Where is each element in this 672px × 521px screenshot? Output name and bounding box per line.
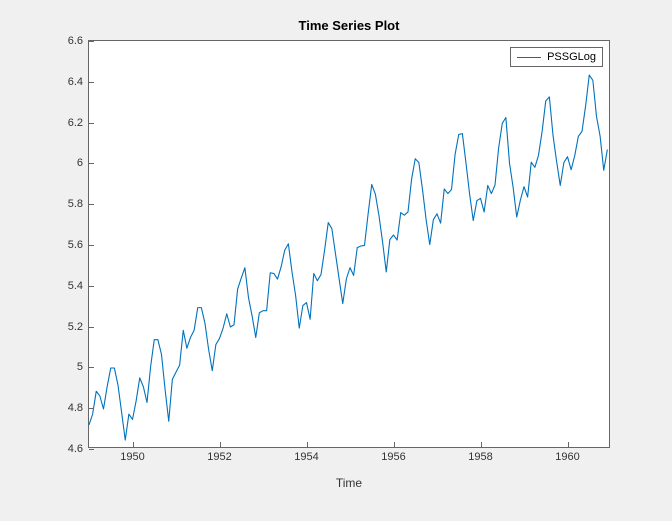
plot-axes[interactable]: PSSGLog 4.64.855.25.45.65.866.26.46.6195… bbox=[88, 40, 610, 448]
y-tick-label: 5.2 bbox=[68, 321, 83, 333]
x-tick-label: 1958 bbox=[468, 451, 492, 463]
legend-label: PSSGLog bbox=[547, 51, 596, 63]
y-tick-label: 6 bbox=[77, 157, 83, 169]
figure-window: PSSGLog 4.6 4.8 5 5.2 5.4 5.6 5.8 6 6.2 6.4 6.6 195… bbox=[0, 0, 672, 521]
x-tick-label: 1954 bbox=[294, 451, 318, 463]
legend[interactable]: PSSGLog bbox=[510, 47, 603, 67]
chart-title: Time Series Plot bbox=[88, 18, 610, 33]
y-tick-label: 5.8 bbox=[68, 198, 83, 210]
x-tick-label: 1950 bbox=[120, 451, 144, 463]
plot-canvas bbox=[89, 41, 611, 449]
y-tick-label: 5.4 bbox=[68, 280, 83, 292]
y-tick-label: 5.6 bbox=[68, 239, 83, 251]
x-tick-label: 1960 bbox=[555, 451, 579, 463]
legend-swatch bbox=[517, 57, 541, 58]
y-tick-label: 6.6 bbox=[68, 35, 83, 47]
y-tick-label: 6.4 bbox=[68, 76, 83, 88]
y-tick-label: 6.2 bbox=[68, 117, 83, 129]
x-axis-label: Time bbox=[88, 476, 610, 490]
x-tick-label: 1952 bbox=[207, 451, 231, 463]
series-line bbox=[89, 75, 607, 440]
legend-entry[interactable]: PSSGLog bbox=[517, 51, 596, 63]
y-tick-label: 5 bbox=[77, 361, 83, 373]
x-tick-label: 1956 bbox=[381, 451, 405, 463]
y-tick-label: 4.6 bbox=[68, 443, 83, 455]
y-tick-label: 4.8 bbox=[68, 402, 83, 414]
